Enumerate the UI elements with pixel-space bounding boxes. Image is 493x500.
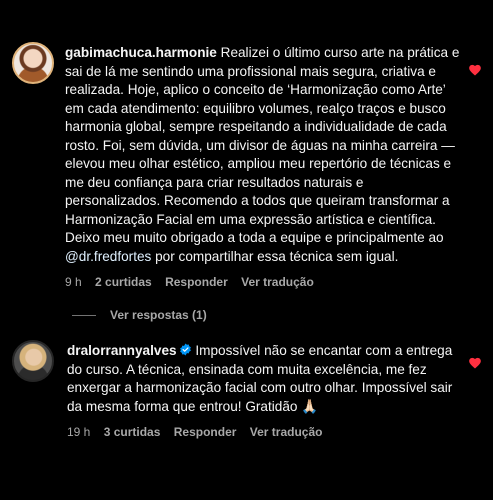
heart-icon[interactable] (468, 63, 482, 76)
comment-time[interactable]: 9 h (65, 275, 82, 289)
divider-line (72, 315, 96, 317)
view-replies-button[interactable]: Ver respostas (1) (72, 308, 207, 322)
comment-text-continued: por compartilhar essa técnica sem igual. (155, 248, 399, 264)
comment-body: dralorrannyalves Impossível não se encan… (67, 342, 462, 440)
avatar[interactable] (12, 42, 54, 84)
reply-button[interactable]: Responder (174, 425, 237, 439)
view-replies-label: Ver respostas (1) (110, 308, 207, 322)
see-translation-button[interactable]: Ver tradução (241, 275, 314, 289)
heart-icon[interactable] (468, 356, 482, 369)
mention-link[interactable]: @dr.fredfortes (65, 249, 151, 264)
comment-time[interactable]: 19 h (67, 425, 90, 439)
comment-text: Realizei o último curso arte na prática … (65, 45, 460, 245)
comment-meta: 9 h 2 curtidas Responder Ver tradução (65, 274, 460, 290)
avatar[interactable] (12, 340, 54, 382)
see-translation-button[interactable]: Ver tradução (250, 425, 323, 439)
likes-count[interactable]: 2 curtidas (95, 275, 152, 289)
reply-button[interactable]: Responder (165, 275, 228, 289)
comment-username[interactable]: dralorrannyalves (67, 343, 177, 358)
comment-meta: 19 h 3 curtidas Responder Ver tradução (67, 424, 462, 440)
verified-badge-icon (179, 343, 191, 356)
comment-body: gabimachuca.harmonie Realizei o último c… (65, 44, 460, 290)
comment-username[interactable]: gabimachuca.harmonie (65, 45, 217, 60)
likes-count[interactable]: 3 curtidas (104, 425, 161, 439)
